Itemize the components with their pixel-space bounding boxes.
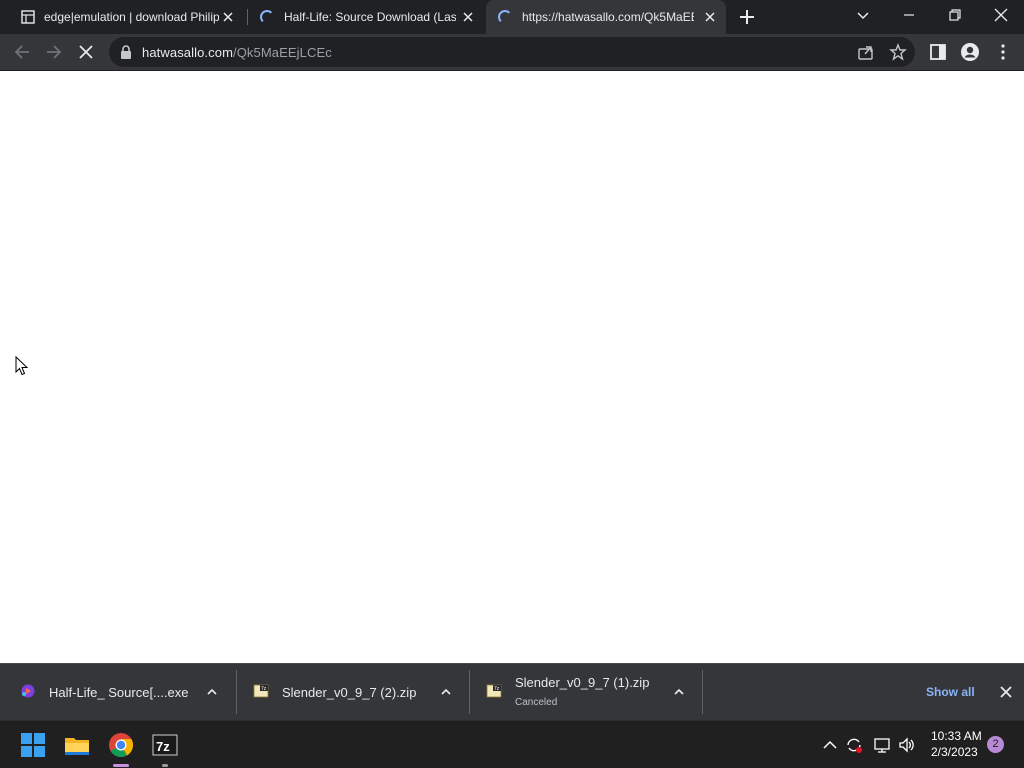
chevron-up-icon[interactable] <box>673 686 685 698</box>
network-icon[interactable] <box>873 736 891 754</box>
download-item[interactable]: 7z Slender_v0_9_7 (1).zip Canceled <box>470 664 702 720</box>
volume-icon[interactable] <box>898 736 916 754</box>
file-explorer-icon[interactable] <box>62 730 92 760</box>
close-tab-icon[interactable] <box>220 9 236 25</box>
back-arrow-icon[interactable] <box>12 42 32 62</box>
download-filename: Half-Life_ Source[....exe <box>49 685 189 700</box>
share-icon[interactable] <box>857 43 875 61</box>
tab-half-life-download[interactable]: Half-Life: Source Download (Last <box>248 0 484 34</box>
clock-date[interactable]: 2/3/2023 <box>931 745 978 759</box>
lock-icon[interactable] <box>120 45 132 59</box>
bookmark-star-icon[interactable] <box>889 43 907 61</box>
svg-text:7z: 7z <box>494 686 500 692</box>
loading-spinner-icon <box>260 10 274 24</box>
windows-taskbar: 7z <box>0 720 1024 768</box>
chevron-up-icon[interactable] <box>821 736 839 754</box>
document-icon <box>21 10 35 24</box>
mouse-cursor-icon <box>15 356 29 376</box>
minimize-icon[interactable] <box>897 5 921 27</box>
new-tab-plus-icon[interactable] <box>738 8 756 26</box>
chrome-icon[interactable] <box>106 730 136 760</box>
close-window-icon[interactable] <box>989 5 1013 27</box>
tab-title: Half-Life: Source Download (Last <box>284 10 456 24</box>
installer-icon <box>21 684 35 698</box>
sync-alert-icon[interactable] <box>845 736 863 754</box>
url-host: hatwasallo.com <box>142 45 233 60</box>
svg-text:7z: 7z <box>156 739 170 754</box>
svg-text:7z: 7z <box>261 686 267 692</box>
close-tab-icon[interactable] <box>702 9 718 25</box>
tab-edge-emulation[interactable]: edge|emulation | download Philip <box>8 0 244 34</box>
download-item[interactable]: Half-Life_ Source[....exe <box>0 664 236 720</box>
7zip-archive-icon: 7z <box>253 684 269 698</box>
download-status: Canceled <box>515 697 558 708</box>
stop-loading-icon[interactable] <box>76 42 96 62</box>
close-tab-icon[interactable] <box>460 9 476 25</box>
7zip-archive-icon: 7z <box>486 684 502 698</box>
close-shelf-icon[interactable] <box>999 685 1013 699</box>
7zip-icon[interactable]: 7z <box>150 730 180 760</box>
chevron-up-icon[interactable] <box>440 686 452 698</box>
download-separator <box>702 670 703 714</box>
download-item[interactable]: 7z Slender_v0_9_7 (2).zip <box>237 664 469 720</box>
address-bar[interactable]: hatwasallo.com/Qk5MaEEjLCEc <box>109 37 915 67</box>
open-app-indicator <box>162 764 168 767</box>
download-filename: Slender_v0_9_7 (2).zip <box>282 685 417 700</box>
side-panel-icon[interactable] <box>928 42 948 62</box>
download-filename: Slender_v0_9_7 (1).zip <box>515 675 650 690</box>
tab-title: edge|emulation | download Philip <box>44 10 219 24</box>
tab-hatwasallo[interactable]: https://hatwasallo.com/Qk5MaEEjLCEc <box>486 0 726 34</box>
clock-time[interactable]: 10:33 AM <box>931 729 982 743</box>
browser-toolbar: hatwasallo.com/Qk5MaEEjLCEc <box>0 34 1024 71</box>
tab-search-chevron-icon[interactable] <box>851 5 875 27</box>
forward-arrow-icon[interactable] <box>44 42 64 62</box>
profile-avatar-icon[interactable] <box>960 42 980 62</box>
page-content[interactable] <box>0 71 1024 663</box>
url-path: /Qk5MaEEjLCEc <box>233 45 332 60</box>
restore-icon[interactable] <box>943 5 967 27</box>
chevron-up-icon[interactable] <box>206 686 218 698</box>
windows-start-icon[interactable] <box>18 730 48 760</box>
download-shelf: Half-Life_ Source[....exe 7z Slender_v0_… <box>0 663 1024 720</box>
more-menu-icon[interactable] <box>993 42 1013 62</box>
notification-badge[interactable]: 2 <box>987 736 1004 753</box>
url-text[interactable]: hatwasallo.com/Qk5MaEEjLCEc <box>142 45 332 60</box>
tab-title: https://hatwasallo.com/Qk5MaEEjLCEc <box>522 10 694 24</box>
loading-spinner-icon <box>498 10 512 24</box>
tab-strip: edge|emulation | download Philip Half-Li… <box>0 0 1024 34</box>
show-all-downloads-link[interactable]: Show all <box>926 685 975 699</box>
active-app-indicator <box>113 764 129 767</box>
